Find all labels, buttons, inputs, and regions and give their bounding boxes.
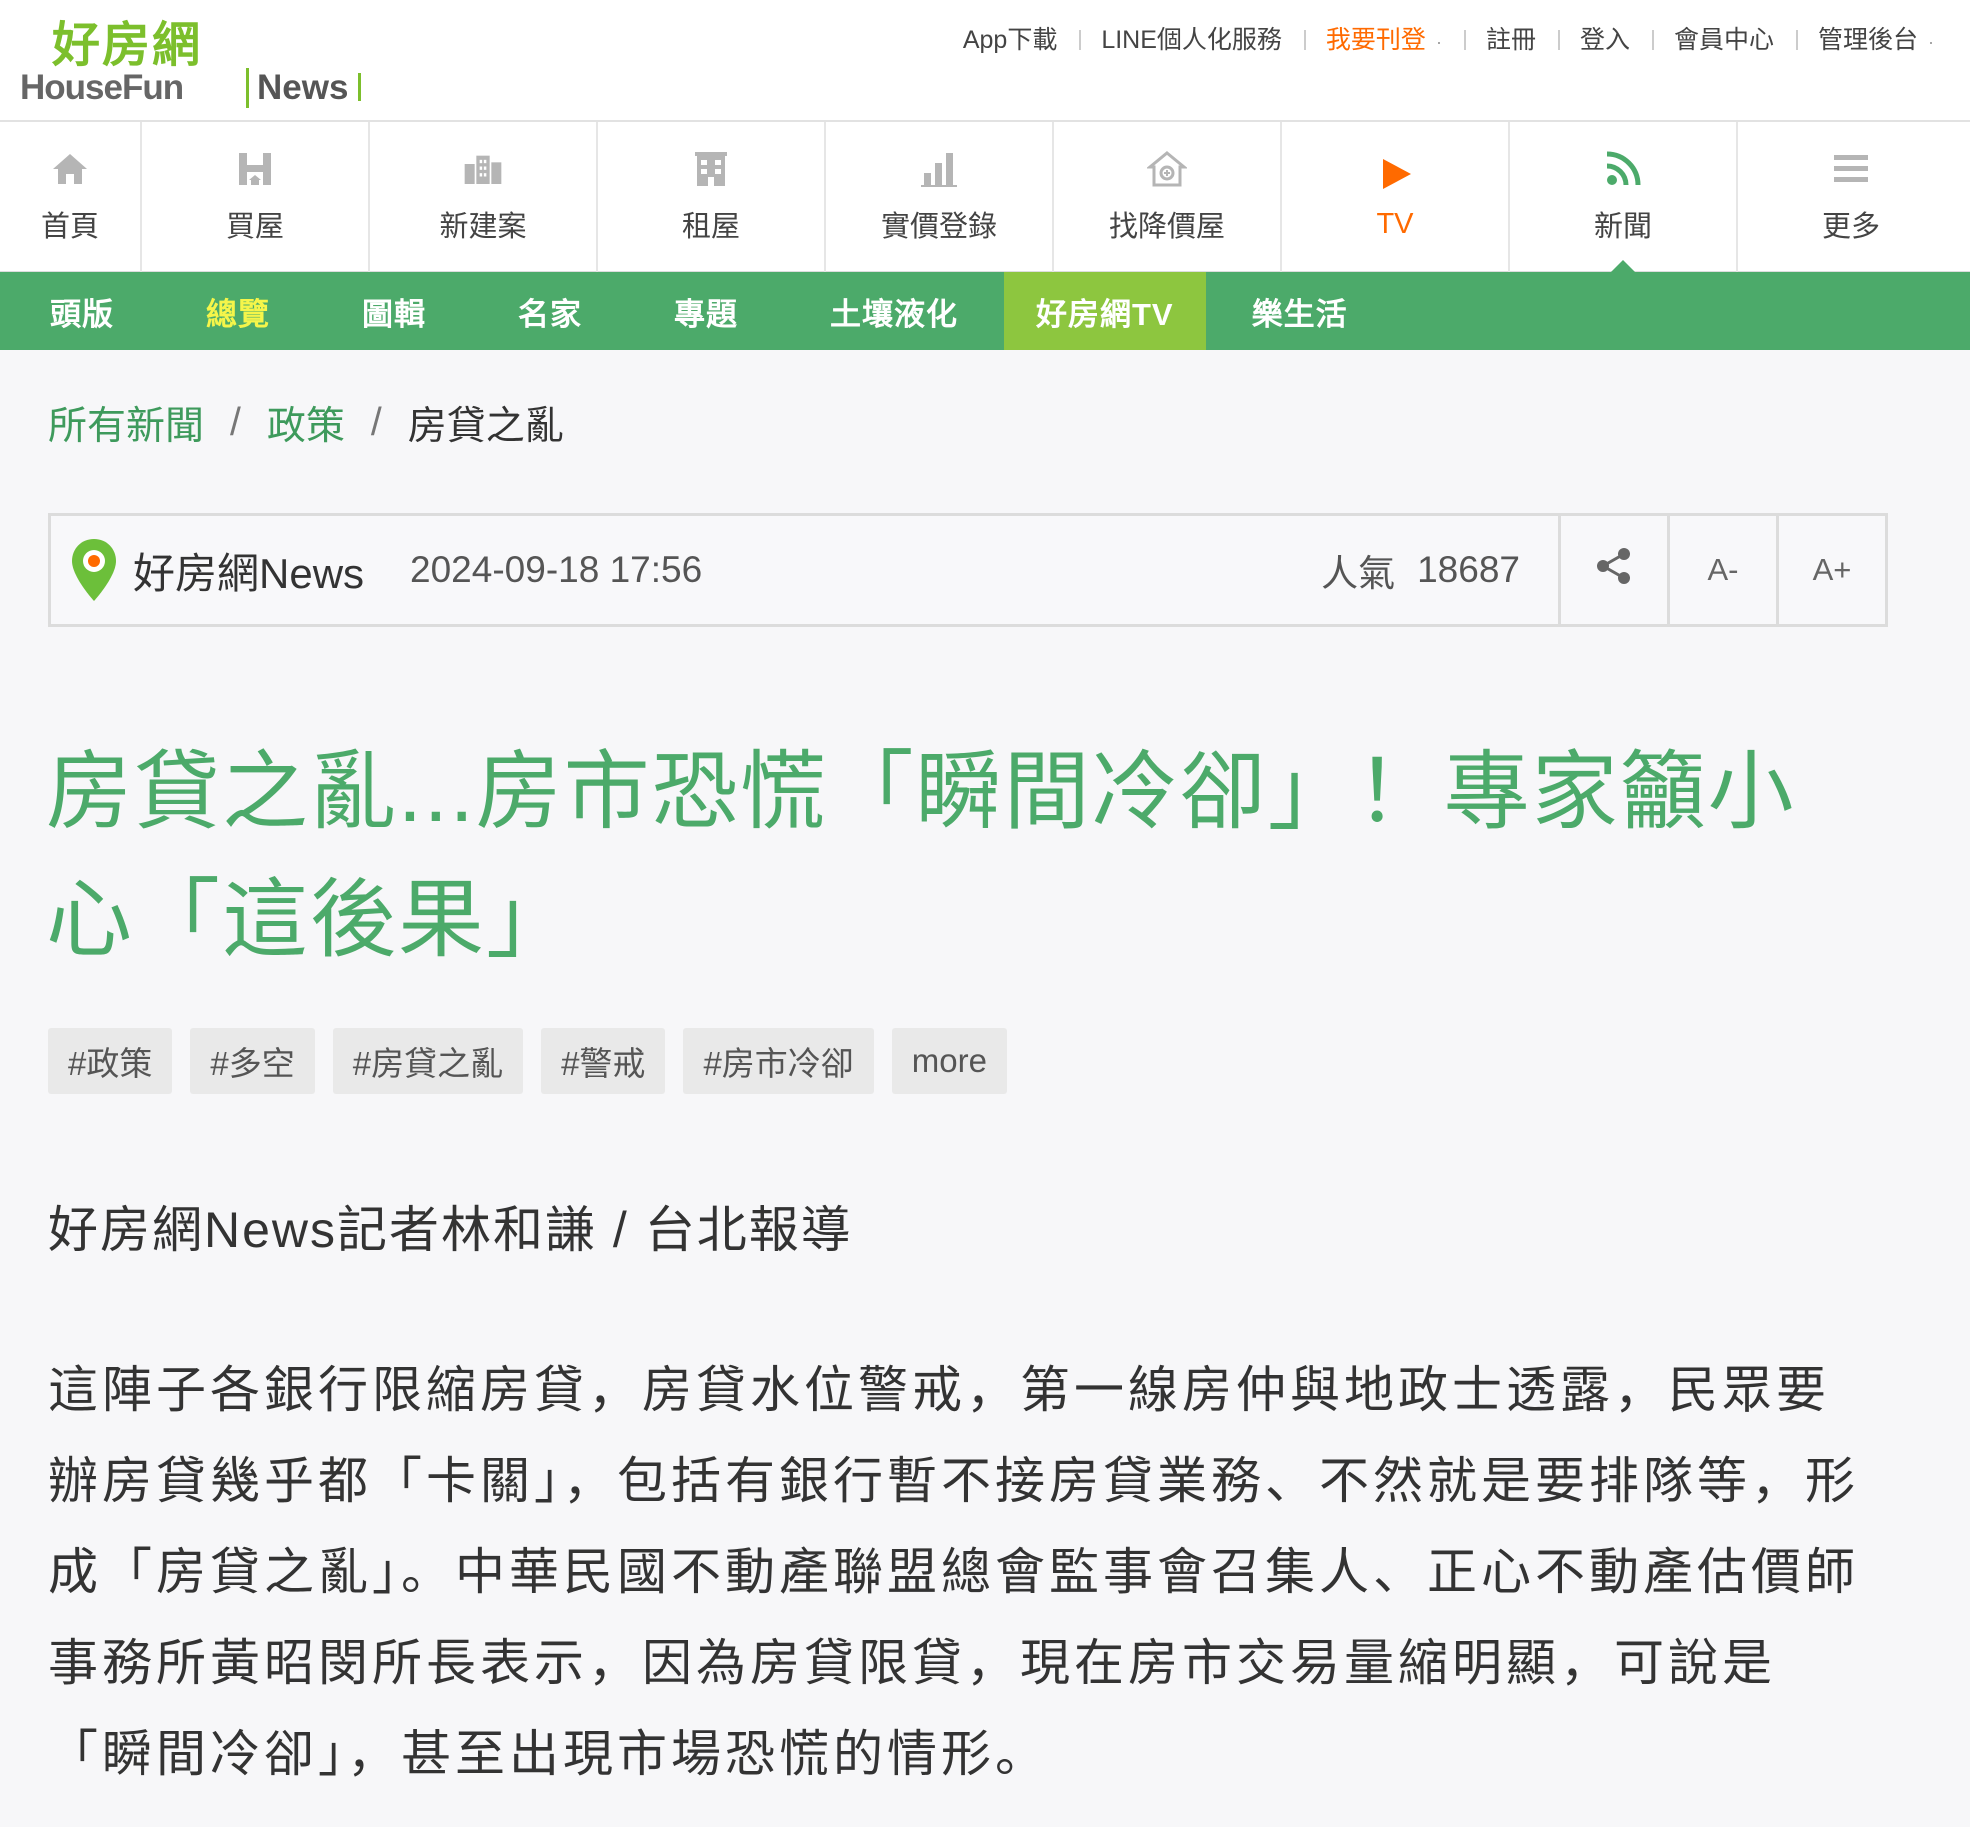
nav-item-label: 更多 bbox=[1821, 211, 1880, 243]
nav-item-label: 租屋 bbox=[681, 211, 740, 243]
nav-item-new-projects[interactable]: 新建案 bbox=[370, 122, 598, 272]
tag-alert[interactable]: #警戒 bbox=[541, 1028, 666, 1094]
article-byline: 好房網News記者林和謙 / 台北報導 bbox=[48, 1202, 853, 1258]
logo-chinese-text: 好房網 bbox=[52, 19, 203, 72]
bar-chart-icon bbox=[919, 149, 959, 189]
article-body-paragraph: 這陣子各銀行限縮房貸，房貸水位警戒，第一線房仲與地政士透露，民眾要辦房貸幾乎都「… bbox=[48, 1362, 1859, 1782]
breadcrumb-separator: / bbox=[370, 401, 382, 444]
nav-item-buy[interactable]: 買屋 bbox=[142, 122, 370, 272]
site-logo[interactable]: 好房網 HouseFun News bbox=[20, 18, 400, 108]
news-sub-nav: 頭版 總覽 圖輯 名家 專題 土壤液化 好房網TV 樂生活 bbox=[0, 272, 1970, 350]
nav-item-home[interactable]: 首頁 bbox=[0, 122, 142, 272]
subnav-gallery[interactable]: 圖輯 bbox=[316, 272, 472, 350]
subnav-frontpage[interactable]: 頭版 bbox=[0, 272, 160, 350]
nav-item-news[interactable]: 新聞 bbox=[1510, 122, 1738, 272]
nav-item-tv[interactable]: TV bbox=[1282, 122, 1510, 272]
nav-item-label: 找降價屋 bbox=[1108, 211, 1225, 243]
nav-item-more[interactable]: 更多 bbox=[1738, 122, 1964, 272]
nav-item-rent[interactable]: 租屋 bbox=[598, 122, 826, 272]
login-link[interactable]: 登入 bbox=[1557, 20, 1652, 56]
popularity-value: 18687 bbox=[1417, 549, 1520, 590]
breadcrumb-policy[interactable]: 政策 bbox=[267, 395, 345, 451]
article-datetime: 2024-09-18 17:56 bbox=[410, 549, 703, 590]
font-larger-button[interactable]: A+ bbox=[1776, 516, 1885, 624]
nav-item-label: 首頁 bbox=[40, 211, 99, 243]
tag-mortgage-chaos[interactable]: #房貸之亂 bbox=[332, 1028, 524, 1094]
member-center-link[interactable]: 會員中心 bbox=[1651, 20, 1796, 56]
home-icon bbox=[50, 149, 90, 189]
nav-item-label: 新建案 bbox=[439, 211, 527, 243]
popularity-counter: 人氣 18687 bbox=[1321, 516, 1520, 624]
tags-more-button[interactable]: more bbox=[891, 1028, 1007, 1094]
site-header: 好房網 HouseFun News App下載 LINE個人化服務 我要刊登 · … bbox=[0, 0, 1970, 122]
play-icon bbox=[1375, 154, 1415, 194]
admin-backend-link[interactable]: 管理後台 · bbox=[1795, 20, 1956, 56]
admin-backend-label: 管理後台 bbox=[1817, 26, 1918, 54]
tag-bull-bear[interactable]: #多空 bbox=[190, 1028, 315, 1094]
register-link[interactable]: 註冊 bbox=[1463, 20, 1558, 56]
share-icon bbox=[1594, 546, 1634, 594]
share-button[interactable] bbox=[1558, 516, 1667, 624]
nav-item-label: 實價登錄 bbox=[880, 211, 997, 243]
breadcrumb: 所有新聞 / 政策 / 房貸之亂 bbox=[48, 395, 564, 451]
logo-english-text: HouseFun bbox=[20, 68, 184, 107]
rent-building-icon bbox=[691, 149, 731, 189]
subnav-housefun-tv[interactable]: 好房網TV bbox=[1004, 272, 1206, 350]
breadcrumb-all-news[interactable]: 所有新聞 bbox=[48, 395, 204, 451]
font-smaller-button[interactable]: A- bbox=[1667, 516, 1776, 624]
nav-item-label: 新聞 bbox=[1593, 211, 1652, 243]
nav-item-actual-price[interactable]: 實價登錄 bbox=[826, 122, 1054, 272]
nav-item-price-drop[interactable]: 找降價屋 bbox=[1054, 122, 1282, 272]
location-pin-icon bbox=[69, 537, 119, 603]
buy-house-icon bbox=[235, 149, 275, 189]
breadcrumb-current: 房貸之亂 bbox=[407, 405, 564, 448]
nav-item-label: 買屋 bbox=[225, 211, 284, 243]
article-meta: 好房網News 2024-09-18 17:56 人氣 18687 bbox=[51, 516, 1558, 624]
tag-policy[interactable]: #政策 bbox=[48, 1028, 173, 1094]
post-listing-link[interactable]: 我要刊登 · bbox=[1303, 20, 1464, 56]
article-info-bar: 好房網News 2024-09-18 17:56 人氣 18687 A- A+ bbox=[48, 513, 1888, 627]
subnav-lifestyle[interactable]: 樂生活 bbox=[1206, 272, 1394, 350]
article-source: 好房網News bbox=[133, 549, 365, 597]
subnav-columnists[interactable]: 名家 bbox=[472, 272, 628, 350]
post-listing-label: 我要刊登 bbox=[1325, 26, 1426, 54]
subnav-features[interactable]: 專題 bbox=[628, 272, 784, 350]
logo-news-text: News bbox=[246, 68, 361, 108]
dropdown-dot-icon: · bbox=[1928, 32, 1934, 52]
tag-market-cooling[interactable]: #房市冷卻 bbox=[683, 1028, 874, 1094]
main-nav: 首頁 買屋 新建案 租屋 實價登錄 找降價屋 TV 新聞 更多 bbox=[0, 122, 1970, 272]
price-drop-house-icon bbox=[1147, 149, 1187, 189]
line-service-link[interactable]: LINE個人化服務 bbox=[1079, 20, 1304, 56]
nav-item-label: TV bbox=[1376, 207, 1414, 240]
top-links: App下載 LINE個人化服務 我要刊登 · 註冊 登入 會員中心 管理後台 · bbox=[941, 18, 1956, 58]
popularity-label: 人氣 bbox=[1321, 553, 1396, 594]
subnav-soil-liquefaction[interactable]: 土壤液化 bbox=[784, 272, 1004, 350]
article-tags: #政策 #多空 #房貸之亂 #警戒 #房市冷卻 more bbox=[48, 1028, 1025, 1094]
breadcrumb-separator: / bbox=[230, 401, 241, 444]
app-download-link[interactable]: App下載 bbox=[941, 20, 1079, 56]
buildings-icon bbox=[463, 149, 503, 189]
article-title: 房貸之亂...房市恐慌「瞬間冷卻」！專家籲小心「這後果」 bbox=[46, 744, 1796, 968]
menu-icon bbox=[1831, 149, 1871, 189]
rss-icon bbox=[1603, 149, 1643, 189]
dropdown-dot-icon: · bbox=[1435, 32, 1442, 52]
subnav-overview[interactable]: 總覽 bbox=[160, 272, 316, 350]
